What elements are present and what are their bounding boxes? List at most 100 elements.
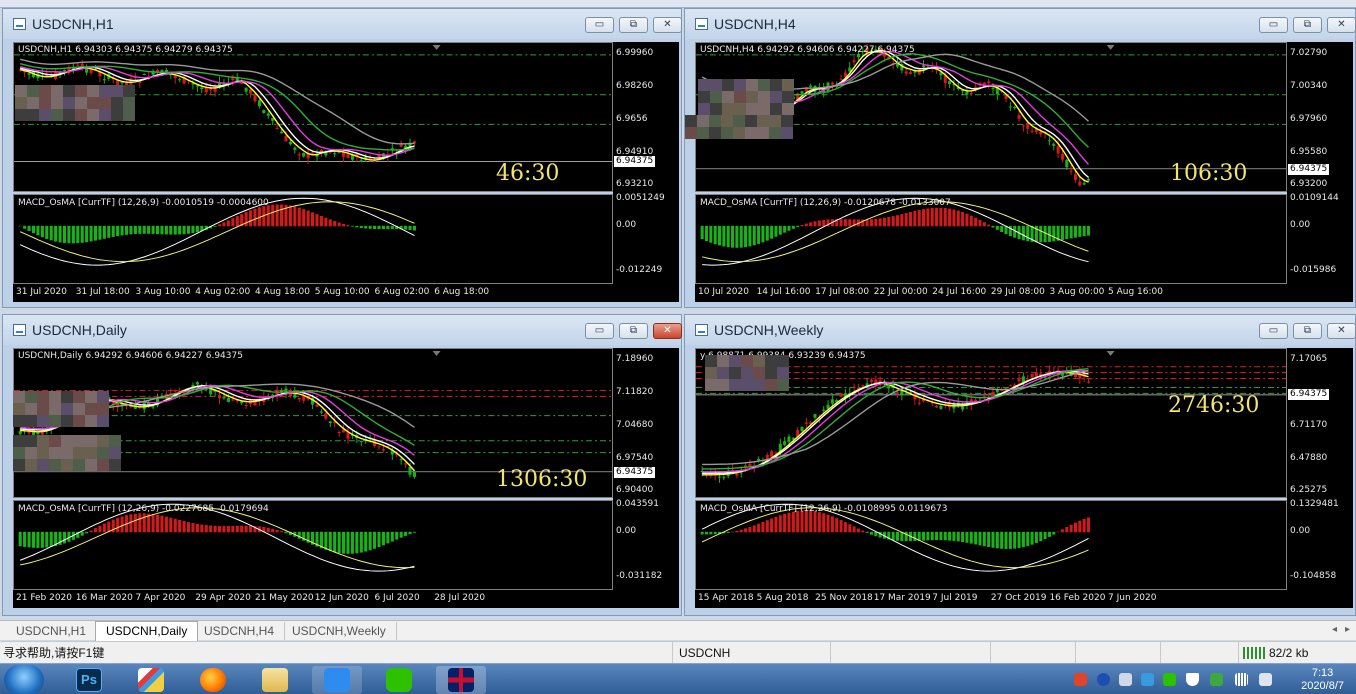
chart-window-h4[interactable]: USDCNH,H4 ▭ ⧉ ✕ USDCNH,H4 6.94292 6.94606 6.… (684, 8, 1356, 308)
taskbar-paint[interactable] (126, 666, 176, 694)
time-tick-label: 29 Apr 2020 (195, 593, 251, 603)
taskbar-file-manager[interactable] (250, 666, 300, 694)
macd-histogram-bar (1043, 225, 1047, 243)
macd-indicator-panel[interactable]: MACD_OsMA [CurrTF] (12,26,9) -0.0120678 … (695, 194, 1287, 284)
candle (839, 74, 843, 81)
macd-histogram-bar (173, 225, 177, 235)
taskbar-pen-app[interactable] (312, 666, 362, 694)
macd-histogram-bar (709, 531, 713, 535)
tab-usdcnh-h4[interactable]: USDCNH,H4 (194, 622, 286, 640)
macd-histogram-bar (744, 225, 748, 248)
shield-icon[interactable] (1186, 673, 1199, 686)
macd-histogram-bar (324, 531, 328, 550)
macd-histogram-bar (1004, 531, 1008, 549)
usb-icon[interactable] (1119, 673, 1132, 686)
macd-histogram-bar (266, 527, 270, 533)
time-tick-label: 6 Aug 02:00 (374, 287, 430, 297)
time-tick-label: 10 Jul 2020 (698, 287, 749, 297)
taskbar-wechat[interactable] (374, 666, 424, 694)
close-window-button[interactable]: ✕ (1327, 17, 1356, 33)
tab-usdcnh-weekly[interactable]: USDCNH,Weekly (282, 622, 397, 640)
macd-indicator-panel[interactable]: MACD_OsMA [CurrTF] (12,26,9) -0.0227685 … (13, 500, 613, 590)
macd-histogram-bar (1060, 225, 1064, 240)
candle (1017, 374, 1021, 386)
tab-scroll-right-icon[interactable]: ▸ (1345, 624, 1350, 635)
macd-histogram-bar (133, 513, 137, 533)
tab-scroll-left-icon[interactable]: ◂ (1332, 624, 1337, 635)
taskbar-uk-flag-app[interactable] (436, 666, 486, 694)
price-tick-label: 6.47880 (1290, 453, 1328, 463)
macd-indicator-panel[interactable]: MACD_OsMA [CurrTF] (12,26,9) -0.0108995 … (695, 500, 1287, 590)
macd-histogram-bar (62, 225, 67, 243)
minimize-window-button[interactable]: ▭ (585, 17, 614, 33)
macd-histogram-bar (995, 531, 999, 549)
security-icon[interactable] (1210, 673, 1223, 686)
window-title-bar[interactable]: USDCNH,Daily ▭ ⧉ ✕ (3, 315, 682, 345)
macd-histogram-bar (1030, 531, 1034, 545)
time-axis: 31 Jul 2020 31 Jul 18:00 3 Aug 10:00 4 Aug … (13, 284, 613, 302)
tab-usdcnh-daily[interactable]: USDCNH,Daily (95, 621, 199, 641)
minimize-window-button[interactable]: ▭ (1259, 17, 1288, 33)
windows-start-icon[interactable] (4, 665, 44, 694)
tab-usdcnh-h1[interactable]: USDCNH,H1 (6, 622, 98, 640)
macd-tick-label: -0.031182 (616, 570, 663, 581)
close-window-button[interactable]: ✕ (1327, 323, 1356, 339)
time-tick-label: 7 Jun 2020 (1108, 593, 1157, 603)
window-title: USDCNH,Daily (32, 322, 127, 338)
macd-histogram-bar (31, 531, 36, 548)
candle (23, 70, 27, 78)
restore-window-button[interactable]: ⧉ (1293, 17, 1322, 33)
window-title-bar[interactable]: USDCNH,H4 ▭ ⧉ ✕ (685, 9, 1356, 39)
macd-histogram-bar (765, 520, 769, 533)
clock-time: 7:13 (1311, 667, 1334, 679)
restore-window-button[interactable]: ⧉ (619, 17, 648, 33)
tray-app-icon[interactable] (1141, 673, 1154, 686)
time-tick-label: 12 Jun 2020 (314, 593, 369, 603)
chart-window-weekly[interactable]: USDCNH,Weekly▭⧉✕y 6.98871 6.99384 6.9323… (684, 314, 1356, 616)
minimize-window-button[interactable]: ▭ (585, 323, 614, 339)
macd-histogram-bar (930, 531, 934, 541)
macd-info-label: MACD_OsMA [CurrTF] (12,26,9) -0.0108995 … (700, 504, 948, 514)
window-title-bar[interactable]: USDCNH,Weekly ▭ ⧉ ✕ (685, 315, 1356, 345)
macd-histogram-bar (1043, 531, 1047, 540)
macd-histogram-bar (395, 531, 399, 540)
taskbar-firefox[interactable] (188, 666, 238, 694)
macd-histogram-bar (939, 531, 943, 541)
candle (297, 152, 301, 161)
sogou-input-icon[interactable] (1074, 673, 1087, 686)
restore-window-button[interactable]: ⧉ (619, 323, 648, 339)
macd-histogram-bar (155, 225, 160, 235)
window-title-bar[interactable]: USDCNH,H1 ▭ ⧉ ✕ (3, 9, 682, 39)
macd-histogram-bar (1060, 529, 1064, 533)
privacy-blur-overlay (13, 391, 109, 427)
chart-window-daily[interactable]: USDCNH,Daily ▭ ⧉ ✕ USDCNH,Daily 6.94292 6.94… (2, 314, 682, 616)
macd-histogram-bar (965, 213, 969, 227)
macd-histogram-bar (1021, 225, 1025, 241)
macd-indicator-panel[interactable]: MACD_OsMA [CurrTF] (12,26,9) -0.0010519 … (13, 194, 613, 284)
wechat-tray-icon[interactable] (1163, 673, 1176, 686)
macd-histogram-bar (739, 225, 743, 248)
close-window-button[interactable]: ✕ (653, 323, 682, 339)
volume-icon[interactable] (1259, 673, 1272, 686)
restore-window-button[interactable]: ⧉ (1293, 323, 1322, 339)
minimize-window-button[interactable]: ▭ (1259, 323, 1288, 339)
macd-histogram-bar (377, 225, 381, 230)
window-title: USDCNH,H1 (32, 16, 114, 32)
close-window-button[interactable]: ✕ (653, 17, 682, 33)
network-signal-icon[interactable] (1235, 673, 1248, 686)
macd-histogram-bar (783, 225, 787, 233)
macd-histogram-bar (93, 528, 98, 533)
macd-histogram-bar (235, 525, 239, 533)
help-icon[interactable] (1097, 673, 1110, 686)
macd-histogram-bar (217, 525, 222, 533)
top-strip (0, 0, 1356, 8)
macd-histogram-bar (1034, 531, 1038, 544)
macd-info-label: MACD_OsMA [CurrTF] (12,26,9) -0.0010519 … (18, 198, 269, 208)
status-divider (1160, 642, 1167, 664)
system-clock[interactable]: 7:13 2020/8/7 (1301, 667, 1344, 693)
taskbar-photoshop[interactable]: Ps (64, 666, 114, 694)
macd-line (701, 503, 1089, 572)
time-tick-label: 7 Jul 2019 (932, 593, 978, 603)
macd-histogram-bar (169, 517, 173, 533)
chart-window-h1[interactable]: USDCNH,H1 ▭ ⧉ ✕ USDCNH,H1 6.94303 6.94375 6.… (2, 8, 682, 308)
